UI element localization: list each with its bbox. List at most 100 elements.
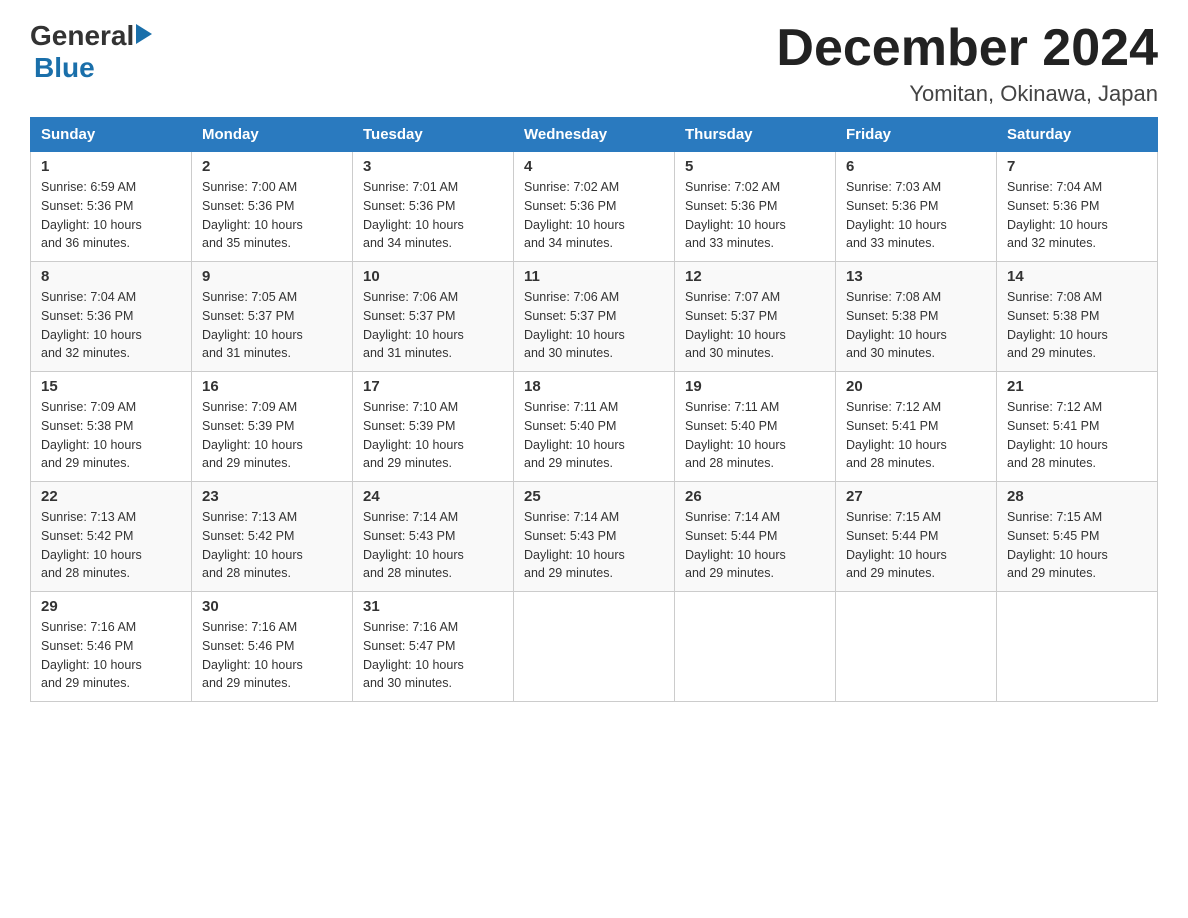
calendar-cell: 19Sunrise: 7:11 AMSunset: 5:40 PMDayligh… (675, 372, 836, 482)
day-number: 29 (41, 598, 181, 615)
header-cell-thursday: Thursday (675, 118, 836, 152)
header-cell-wednesday: Wednesday (514, 118, 675, 152)
day-info: Sunrise: 7:13 AMSunset: 5:42 PMDaylight:… (202, 508, 342, 583)
day-number: 7 (1007, 158, 1147, 175)
day-info: Sunrise: 7:04 AMSunset: 5:36 PMDaylight:… (41, 288, 181, 363)
day-info: Sunrise: 7:01 AMSunset: 5:36 PMDaylight:… (363, 178, 503, 253)
day-number: 30 (202, 598, 342, 615)
day-info: Sunrise: 7:06 AMSunset: 5:37 PMDaylight:… (524, 288, 664, 363)
calendar-week-row: 8 Sunrise: 7:04 AMSunset: 5:36 PMDaylight… (31, 262, 1158, 372)
calendar-cell: 18 Sunrise: 7:11 AMSunset: 5:40 PMDayligh… (514, 372, 675, 482)
calendar-body: 1 Sunrise: 6:59 AMSunset: 5:36 PMDaylight… (31, 152, 1158, 702)
day-number: 15 (41, 378, 181, 395)
day-info: Sunrise: 7:12 AMSunset: 5:41 PMDaylight:… (846, 398, 986, 473)
day-number: 22 (41, 488, 181, 505)
calendar-cell: 7 Sunrise: 7:04 AMSunset: 5:36 PMDaylight… (997, 152, 1158, 262)
logo-blue-text: Blue (34, 52, 152, 84)
day-number: 4 (524, 158, 664, 175)
day-number: 18 (524, 378, 664, 395)
day-number: 31 (363, 598, 503, 615)
day-info: Sunrise: 7:10 AMSunset: 5:39 PMDaylight:… (363, 398, 503, 473)
day-number: 9 (202, 268, 342, 285)
calendar-week-row: 29 Sunrise: 7:16 AMSunset: 5:46 PMDayligh… (31, 592, 1158, 702)
day-number: 11 (524, 268, 664, 285)
calendar-cell: 2 Sunrise: 7:00 AMSunset: 5:36 PMDaylight… (192, 152, 353, 262)
day-info: Sunrise: 7:00 AMSunset: 5:36 PMDaylight:… (202, 178, 342, 253)
logo-arrow-icon (136, 24, 152, 44)
day-number: 13 (846, 268, 986, 285)
calendar-cell: 27 Sunrise: 7:15 AMSunset: 5:44 PMDayligh… (836, 482, 997, 592)
day-number: 8 (41, 268, 181, 285)
calendar-cell: 16 Sunrise: 7:09 AMSunset: 5:39 PMDayligh… (192, 372, 353, 482)
day-info: Sunrise: 7:08 AMSunset: 5:38 PMDaylight:… (846, 288, 986, 363)
day-number: 24 (363, 488, 503, 505)
calendar-week-row: 15 Sunrise: 7:09 AMSunset: 5:38 PMDayligh… (31, 372, 1158, 482)
day-info: Sunrise: 7:05 AMSunset: 5:37 PMDaylight:… (202, 288, 342, 363)
calendar-cell (514, 592, 675, 702)
header-cell-monday: Monday (192, 118, 353, 152)
day-number: 21 (1007, 378, 1147, 395)
calendar-cell: 8 Sunrise: 7:04 AMSunset: 5:36 PMDaylight… (31, 262, 192, 372)
day-number: 17 (363, 378, 503, 395)
header-cell-sunday: Sunday (31, 118, 192, 152)
day-number: 10 (363, 268, 503, 285)
day-info: Sunrise: 7:02 AMSunset: 5:36 PMDaylight:… (524, 178, 664, 253)
day-number: 2 (202, 158, 342, 175)
day-info: Sunrise: 7:03 AMSunset: 5:36 PMDaylight:… (846, 178, 986, 253)
day-info: Sunrise: 7:09 AMSunset: 5:39 PMDaylight:… (202, 398, 342, 473)
calendar-cell: 11 Sunrise: 7:06 AMSunset: 5:37 PMDayligh… (514, 262, 675, 372)
calendar-cell: 9 Sunrise: 7:05 AMSunset: 5:37 PMDaylight… (192, 262, 353, 372)
day-number: 28 (1007, 488, 1147, 505)
calendar-cell: 28 Sunrise: 7:15 AMSunset: 5:45 PMDayligh… (997, 482, 1158, 592)
calendar-cell: 31Sunrise: 7:16 AMSunset: 5:47 PMDayligh… (353, 592, 514, 702)
calendar-cell (836, 592, 997, 702)
day-info: Sunrise: 7:14 AMSunset: 5:43 PMDaylight:… (363, 508, 503, 583)
day-number: 1 (41, 158, 181, 175)
calendar-cell: 1 Sunrise: 6:59 AMSunset: 5:36 PMDaylight… (31, 152, 192, 262)
day-info: Sunrise: 7:09 AMSunset: 5:38 PMDaylight:… (41, 398, 181, 473)
page-header: General Blue December 2024 Yomitan, Okin… (30, 20, 1158, 107)
calendar-week-row: 1 Sunrise: 6:59 AMSunset: 5:36 PMDaylight… (31, 152, 1158, 262)
day-number: 20 (846, 378, 986, 395)
day-info: Sunrise: 7:12 AMSunset: 5:41 PMDaylight:… (1007, 398, 1147, 473)
day-info: Sunrise: 7:16 AMSunset: 5:46 PMDaylight:… (41, 618, 181, 693)
logo-general-text: General (30, 20, 134, 52)
day-info: Sunrise: 7:14 AMSunset: 5:43 PMDaylight:… (524, 508, 664, 583)
day-info: Sunrise: 7:15 AMSunset: 5:45 PMDaylight:… (1007, 508, 1147, 583)
day-info: Sunrise: 7:11 AMSunset: 5:40 PMDaylight:… (524, 398, 664, 473)
calendar-cell: 22Sunrise: 7:13 AMSunset: 5:42 PMDayligh… (31, 482, 192, 592)
day-number: 3 (363, 158, 503, 175)
calendar-header: SundayMondayTuesdayWednesdayThursdayFrid… (31, 118, 1158, 152)
page-subtitle: Yomitan, Okinawa, Japan (776, 81, 1158, 107)
day-info: Sunrise: 7:16 AMSunset: 5:46 PMDaylight:… (202, 618, 342, 693)
calendar-cell (675, 592, 836, 702)
calendar-cell: 20 Sunrise: 7:12 AMSunset: 5:41 PMDayligh… (836, 372, 997, 482)
day-number: 14 (1007, 268, 1147, 285)
calendar-cell: 23Sunrise: 7:13 AMSunset: 5:42 PMDayligh… (192, 482, 353, 592)
day-info: Sunrise: 7:02 AMSunset: 5:36 PMDaylight:… (685, 178, 825, 253)
day-number: 19 (685, 378, 825, 395)
calendar-cell: 10 Sunrise: 7:06 AMSunset: 5:37 PMDayligh… (353, 262, 514, 372)
page-title: December 2024 (776, 20, 1158, 77)
day-info: Sunrise: 7:07 AMSunset: 5:37 PMDaylight:… (685, 288, 825, 363)
calendar-cell: 13 Sunrise: 7:08 AMSunset: 5:38 PMDayligh… (836, 262, 997, 372)
calendar-cell: 30 Sunrise: 7:16 AMSunset: 5:46 PMDayligh… (192, 592, 353, 702)
day-info: Sunrise: 7:14 AMSunset: 5:44 PMDaylight:… (685, 508, 825, 583)
day-number: 16 (202, 378, 342, 395)
header-cell-saturday: Saturday (997, 118, 1158, 152)
day-info: Sunrise: 7:15 AMSunset: 5:44 PMDaylight:… (846, 508, 986, 583)
day-number: 12 (685, 268, 825, 285)
day-info: Sunrise: 7:04 AMSunset: 5:36 PMDaylight:… (1007, 178, 1147, 253)
calendar-table: SundayMondayTuesdayWednesdayThursdayFrid… (30, 117, 1158, 702)
calendar-cell: 17 Sunrise: 7:10 AMSunset: 5:39 PMDayligh… (353, 372, 514, 482)
calendar-cell: 26 Sunrise: 7:14 AMSunset: 5:44 PMDayligh… (675, 482, 836, 592)
header-row: SundayMondayTuesdayWednesdayThursdayFrid… (31, 118, 1158, 152)
calendar-cell: 15 Sunrise: 7:09 AMSunset: 5:38 PMDayligh… (31, 372, 192, 482)
day-info: Sunrise: 7:06 AMSunset: 5:37 PMDaylight:… (363, 288, 503, 363)
calendar-week-row: 22 Sunrise: 7:13 AMSunset: 5:42 PMDayligh… (31, 482, 1158, 592)
day-number: 6 (846, 158, 986, 175)
day-info: Sunrise: 6:59 AMSunset: 5:36 PMDaylight:… (41, 178, 181, 253)
day-number: 26 (685, 488, 825, 505)
day-number: 27 (846, 488, 986, 505)
title-block: December 2024 Yomitan, Okinawa, Japan (776, 20, 1158, 107)
